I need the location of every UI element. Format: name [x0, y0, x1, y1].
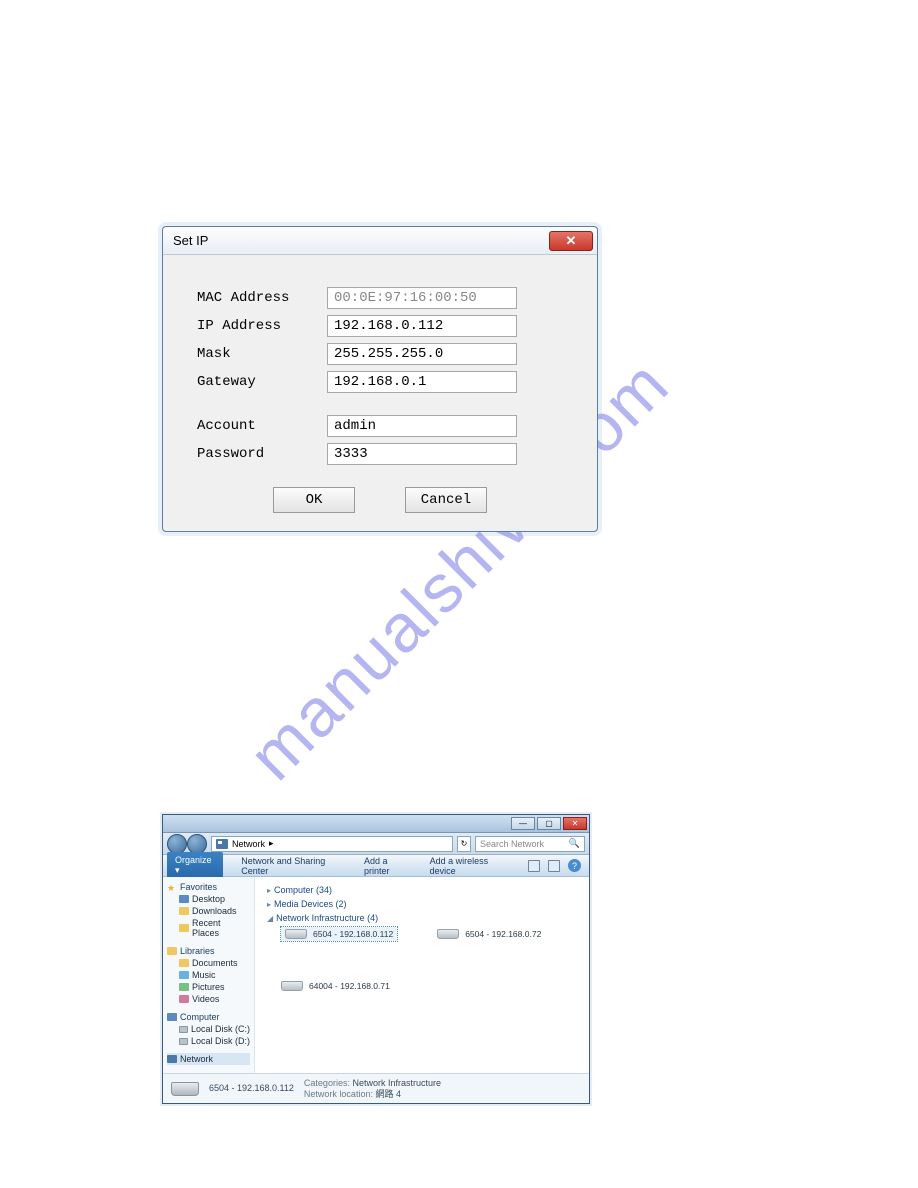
password-label: Password [197, 446, 327, 462]
add-printer-link[interactable]: Add a printer [364, 856, 412, 876]
password-field[interactable] [327, 443, 517, 465]
desktop-icon [179, 895, 189, 903]
pictures-icon [179, 983, 189, 991]
explorer-content: ▸Computer (34) ▸Media Devices (2) ◢Netwo… [255, 877, 589, 1073]
chevron-down-icon: ◢ [267, 914, 273, 923]
sidebar-network[interactable]: Network [167, 1053, 250, 1065]
preview-pane-button[interactable] [548, 860, 560, 872]
dialog-body: MAC Address IP Address Mask Gateway Acco… [163, 255, 597, 531]
nav-forward-button[interactable] [187, 834, 207, 854]
sidebar-item-local-disk-d[interactable]: Local Disk (D:) [167, 1035, 250, 1047]
device-item[interactable]: 6504 - 192.168.0.112 [281, 927, 397, 941]
gateway-label: Gateway [197, 374, 327, 390]
explorer-titlebar: — ▢ ✕ [163, 815, 589, 833]
sidebar-favorites[interactable]: ★Favorites [167, 881, 250, 893]
mac-address-field [327, 287, 517, 309]
close-button[interactable]: ✕ [549, 231, 593, 251]
nav-back-button[interactable] [167, 834, 187, 854]
sidebar-item-downloads[interactable]: Downloads [167, 905, 250, 917]
sidebar-item-recent-places[interactable]: Recent Places [167, 917, 250, 939]
dialog-title: Set IP [173, 233, 208, 248]
disk-icon [179, 1038, 188, 1045]
account-field[interactable] [327, 415, 517, 437]
status-bar: 6504 - 192.168.0.112 Categories: Network… [163, 1073, 589, 1103]
address-path: Network [232, 839, 265, 849]
set-ip-dialog: Set IP ✕ MAC Address IP Address Mask Gat… [162, 226, 598, 532]
device-item[interactable]: 6504 - 192.168.0.72 [437, 927, 541, 941]
section-media-devices[interactable]: ▸Media Devices (2) [267, 899, 577, 909]
device-label: 6504 - 192.168.0.112 [313, 929, 393, 939]
device-label: 6504 - 192.168.0.72 [465, 929, 541, 939]
status-device-name: 6504 - 192.168.0.112 [209, 1083, 294, 1094]
account-label: Account [197, 418, 327, 434]
sidebar-computer[interactable]: Computer [167, 1011, 250, 1023]
device-icon [171, 1082, 199, 1096]
sidebar-item-local-disk-c[interactable]: Local Disk (C:) [167, 1023, 250, 1035]
help-icon[interactable]: ? [568, 859, 581, 872]
minimize-button[interactable]: — [511, 817, 535, 830]
sidebar-item-pictures[interactable]: Pictures [167, 981, 250, 993]
view-options-button[interactable] [528, 860, 540, 872]
organize-menu[interactable]: Organize ▾ [167, 852, 223, 879]
section-computer[interactable]: ▸Computer (34) [267, 885, 577, 895]
network-sharing-center-link[interactable]: Network and Sharing Center [241, 856, 346, 876]
ok-button[interactable]: OK [273, 487, 355, 513]
sidebar-item-music[interactable]: Music [167, 969, 250, 981]
address-bar: Network ▸ ↻ Search Network 🔍 [163, 833, 589, 855]
search-field[interactable]: Search Network 🔍 [475, 836, 585, 852]
add-wireless-device-link[interactable]: Add a wireless device [430, 856, 510, 876]
sidebar-item-desktop[interactable]: Desktop [167, 893, 250, 905]
videos-icon [179, 995, 189, 1003]
path-separator: ▸ [269, 838, 274, 849]
device-icon [281, 981, 303, 991]
sidebar-item-videos[interactable]: Videos [167, 993, 250, 1005]
libraries-icon [167, 947, 177, 955]
folder-icon [179, 924, 189, 932]
explorer-toolbar: Organize ▾ Network and Sharing Center Ad… [163, 855, 589, 877]
disk-icon [179, 1026, 188, 1033]
sidebar-item-documents[interactable]: Documents [167, 957, 250, 969]
status-categories-value: Network Infrastructure [352, 1078, 441, 1088]
gateway-field[interactable] [327, 371, 517, 393]
device-icon [437, 929, 459, 939]
search-placeholder: Search Network [480, 839, 544, 849]
mask-field[interactable] [327, 343, 517, 365]
dialog-titlebar: Set IP ✕ [163, 227, 597, 255]
refresh-button[interactable]: ↻ [457, 836, 471, 852]
search-icon: 🔍 [569, 838, 580, 849]
computer-icon [167, 1013, 177, 1021]
device-item[interactable]: 64004 - 192.168.0.71 [281, 981, 577, 991]
device-icon [285, 929, 307, 939]
status-categories-key: Categories: [304, 1078, 350, 1088]
documents-icon [179, 959, 189, 967]
music-icon [179, 971, 189, 979]
maximize-button[interactable]: ▢ [537, 817, 561, 830]
network-icon [167, 1055, 177, 1063]
mask-label: Mask [197, 346, 327, 362]
cancel-button[interactable]: Cancel [405, 487, 487, 513]
explorer-sidebar: ★Favorites Desktop Downloads Recent Plac… [163, 877, 255, 1073]
status-location-key: Network location: [304, 1089, 373, 1099]
network-explorer-window: — ▢ ✕ Network ▸ ↻ Search Network 🔍 Organ… [162, 814, 590, 1104]
close-button[interactable]: ✕ [563, 817, 587, 830]
section-network-infrastructure[interactable]: ◢Network Infrastructure (4) [267, 913, 577, 923]
chevron-right-icon: ▸ [267, 886, 271, 895]
device-label: 64004 - 192.168.0.71 [309, 981, 390, 991]
folder-icon [179, 907, 189, 915]
sidebar-libraries[interactable]: Libraries [167, 945, 250, 957]
mac-address-label: MAC Address [197, 290, 327, 306]
ip-address-label: IP Address [197, 318, 327, 334]
chevron-right-icon: ▸ [267, 900, 271, 909]
status-location-value: 網路 4 [375, 1089, 401, 1099]
address-field[interactable]: Network ▸ [211, 836, 453, 852]
ip-address-field[interactable] [327, 315, 517, 337]
star-icon: ★ [167, 883, 177, 891]
network-icon [216, 839, 228, 849]
close-icon: ✕ [566, 233, 577, 249]
